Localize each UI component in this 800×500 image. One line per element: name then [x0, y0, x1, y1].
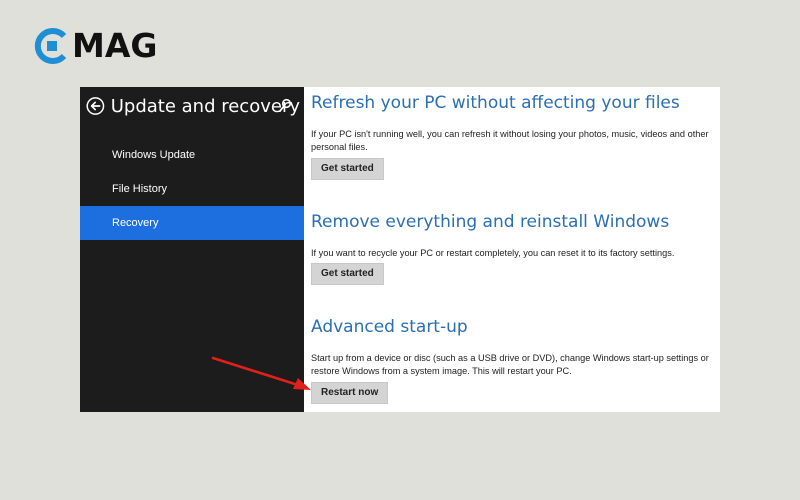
main-content: Refresh your PC without affecting your f…	[311, 87, 716, 412]
section-description-advanced-startup: Start up from a device or disc (such as …	[311, 353, 709, 376]
reset-get-started-button[interactable]: Get started	[311, 263, 384, 285]
sidebar-item-windows-update[interactable]: Windows Update	[80, 138, 304, 172]
section-title-reset: Remove everything and reinstall Windows	[311, 212, 670, 232]
section-description-refresh: If your PC isn't running well, you can r…	[311, 129, 709, 152]
section-title-refresh: Refresh your PC without affecting your f…	[311, 93, 680, 113]
search-icon[interactable]	[278, 98, 292, 114]
section-title-advanced-startup: Advanced start-up	[311, 317, 468, 337]
sidebar-header: Update and recovery	[86, 93, 300, 119]
cmag-logo: MAG	[34, 26, 157, 66]
settings-window: Update and recovery Windows Update File …	[80, 87, 720, 412]
restart-now-button[interactable]: Restart now	[311, 382, 389, 404]
cmag-logo-mark-icon	[34, 28, 67, 64]
refresh-get-started-button[interactable]: Get started	[311, 158, 384, 180]
section-description-reset: If you want to recycle your PC or restar…	[311, 248, 675, 258]
sidebar-item-recovery[interactable]: Recovery	[80, 206, 304, 240]
red-arrow-icon	[211, 356, 311, 390]
back-arrow-icon[interactable]	[86, 96, 105, 116]
sidebar-title: Update and recovery	[110, 95, 300, 117]
sidebar-item-file-history[interactable]: File History	[80, 172, 304, 206]
logo-text: MAG	[72, 26, 158, 65]
